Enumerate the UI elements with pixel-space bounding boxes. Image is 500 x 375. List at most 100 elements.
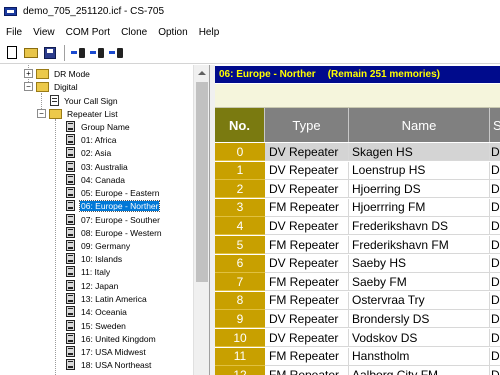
tree-item-group[interactable]: 11: Italy [66, 265, 111, 278]
table-row[interactable]: 4 DV Repeater Frederikshavn DS D [215, 217, 500, 236]
tree-scrollbar[interactable] [193, 65, 209, 375]
tree-item-group[interactable]: 10: Islands [66, 252, 123, 265]
tree-item-group[interactable]: 17: USA Midwest [66, 345, 147, 358]
cell-no[interactable]: 1 [215, 161, 265, 180]
table-row[interactable]: 5 FM Repeater Frederikshavn FM D [215, 236, 500, 254]
table-row[interactable]: 10 DV Repeater Vodskov DS D [215, 329, 500, 347]
cell-name[interactable]: Saeby HS [349, 254, 490, 273]
table-row[interactable]: 7 FM Repeater Saeby FM D [215, 273, 500, 292]
cell-type[interactable]: FM Repeater [265, 198, 349, 217]
scrollbar-thumb[interactable] [196, 82, 208, 282]
cell-extra[interactable]: D [490, 310, 500, 329]
cell-name[interactable]: Hjoerring DS [349, 180, 490, 199]
cell-type[interactable]: DV Repeater [265, 329, 349, 347]
column-header-partial[interactable]: S [490, 108, 500, 142]
cell-no[interactable]: 6 [215, 254, 265, 273]
column-header-type[interactable]: Type [265, 108, 349, 142]
collapse-icon[interactable]: − [24, 82, 33, 91]
cell-type[interactable]: FM Repeater [265, 366, 349, 375]
cell-name[interactable]: Vodskov DS [349, 329, 490, 347]
table-row[interactable]: 3 FM Repeater Hjoerrring FM D [215, 198, 500, 217]
tree-item-group[interactable]: 03: Australia [66, 160, 129, 173]
cell-extra[interactable]: D [490, 180, 500, 199]
tree-item-group[interactable]: 18: USA Northeast [66, 358, 152, 371]
tree-item-group-selected[interactable]: 06: Europe - Norther [66, 199, 161, 212]
cell-extra[interactable]: D [490, 273, 500, 292]
scroll-up-arrow-icon[interactable] [194, 65, 209, 81]
menu-view[interactable]: View [27, 27, 60, 38]
cell-extra[interactable]: D [490, 199, 500, 217]
cell-type[interactable]: DV Repeater [265, 143, 349, 161]
cell-extra[interactable]: D [490, 217, 500, 236]
cell-no[interactable]: 12 [215, 366, 265, 375]
cell-no[interactable]: 7 [215, 273, 265, 292]
cell-extra[interactable]: D [490, 366, 500, 375]
cell-type[interactable]: FM Repeater [265, 236, 349, 254]
tree-item-group[interactable]: 02: Asia [66, 146, 112, 159]
table-row[interactable]: 9 DV Repeater Brondersly DS D [215, 310, 500, 329]
collapse-icon[interactable]: − [37, 109, 46, 118]
cell-type[interactable]: FM Repeater [265, 291, 349, 310]
tree-item-group[interactable]: 04: Canada [66, 173, 126, 186]
cell-name[interactable]: Aalborg City FM [349, 366, 490, 375]
column-header-name[interactable]: Name [349, 108, 490, 142]
column-header-no[interactable]: No. [215, 108, 265, 142]
cell-name[interactable]: Hanstholm [349, 347, 490, 366]
cell-type[interactable]: DV Repeater [265, 254, 349, 273]
cell-extra[interactable]: D [490, 348, 500, 366]
cell-no[interactable]: 10 [215, 329, 265, 347]
cell-no[interactable]: 8 [215, 291, 265, 310]
cell-type[interactable]: DV Repeater [265, 217, 349, 236]
cell-no[interactable]: 4 [215, 217, 265, 236]
open-file-button[interactable] [22, 44, 40, 62]
cell-no[interactable]: 9 [215, 310, 265, 329]
cell-type[interactable]: DV Repeater [265, 161, 349, 180]
menu-file[interactable]: File [0, 27, 27, 38]
tree-item-group[interactable]: 12: Japan [66, 279, 119, 292]
tree-item-group[interactable]: 01: Africa [66, 133, 117, 146]
cell-name[interactable]: Ostervraa Try [349, 291, 490, 310]
menu-option[interactable]: Option [152, 27, 192, 38]
cell-name[interactable]: Frederikshavn DS [349, 217, 490, 236]
table-row[interactable]: 6 DV Repeater Saeby HS D [215, 254, 500, 273]
cell-type[interactable]: FM Repeater [265, 347, 349, 366]
cell-extra[interactable]: D [490, 143, 500, 161]
cell-name[interactable]: Hjoerrring FM [349, 198, 490, 217]
clone-radio-button[interactable] [107, 44, 125, 62]
table-row[interactable]: 0 DV Repeater Skagen HS D [215, 143, 500, 161]
cell-type[interactable]: FM Repeater [265, 273, 349, 292]
new-file-button[interactable] [3, 44, 21, 62]
save-button[interactable] [41, 44, 59, 62]
cell-type[interactable]: DV Repeater [265, 310, 349, 329]
cell-name[interactable]: Loenstrup HS [349, 161, 490, 180]
cell-no[interactable]: 3 [215, 198, 265, 217]
tree-view[interactable]: + DR Mode − Digital Your Call Sign − Rep… [0, 65, 210, 375]
menu-com-port[interactable]: COM Port [60, 27, 115, 38]
table-row[interactable]: 12 FM Repeater Aalborg City FM D [215, 366, 500, 375]
tree-item-group[interactable]: 15: Sweden [66, 319, 127, 332]
cell-extra[interactable]: D [490, 255, 500, 273]
cell-name[interactable]: Skagen HS [349, 143, 490, 161]
tree-item-group[interactable]: 09: Germany [66, 239, 131, 252]
cell-no[interactable]: 0 [215, 143, 265, 161]
read-from-radio-button[interactable] [69, 44, 87, 62]
tree-item-group[interactable]: 14: Oceania [66, 305, 128, 318]
cell-name[interactable]: Brondersly DS [349, 310, 490, 329]
cell-extra[interactable]: D [490, 292, 500, 310]
cell-name[interactable]: Saeby FM [349, 273, 490, 292]
tree-item-group[interactable]: 08: Europe - Western [66, 226, 163, 239]
table-row[interactable]: 2 DV Repeater Hjoerring DS D [215, 180, 500, 199]
cell-extra[interactable]: D [490, 329, 500, 347]
cell-no[interactable]: 5 [215, 236, 265, 254]
table-row[interactable]: 11 FM Repeater Hanstholm D [215, 347, 500, 366]
cell-no[interactable]: 11 [215, 347, 265, 366]
table-row[interactable]: 8 FM Repeater Ostervraa Try D [215, 291, 500, 310]
table-row[interactable]: 1 DV Repeater Loenstrup HS D [215, 161, 500, 180]
tree-item-group[interactable]: 13: Latin America [66, 292, 148, 305]
tree-item-group-name[interactable]: Group Name [66, 120, 131, 133]
menu-help[interactable]: Help [193, 27, 225, 38]
tree-item-repeater-list[interactable]: − Repeater List [37, 107, 119, 120]
expand-icon[interactable]: + [24, 69, 33, 78]
cell-type[interactable]: DV Repeater [265, 180, 349, 199]
tree-item-group[interactable]: 05: Europe - Eastern [66, 186, 160, 199]
